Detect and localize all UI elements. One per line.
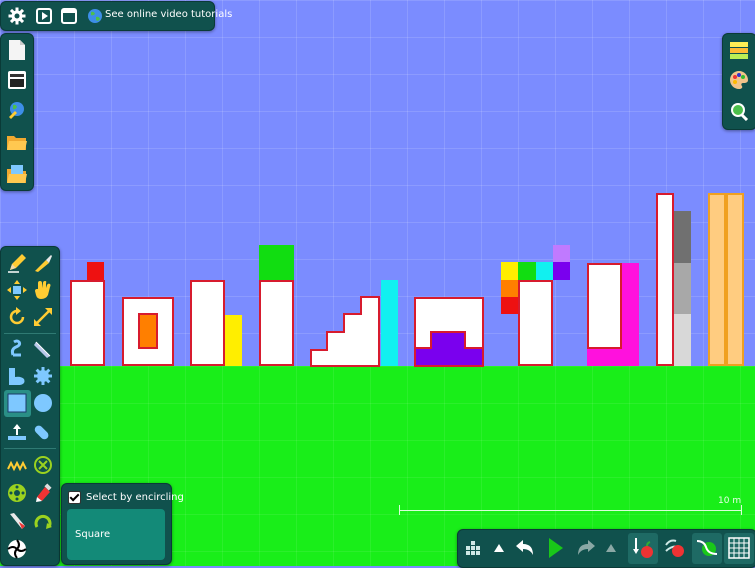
top-toolbar: See online video tutorials	[0, 1, 232, 31]
scene-manager-icon[interactable]	[6, 68, 28, 92]
scale-tick-left	[399, 505, 400, 515]
white-block[interactable]	[190, 280, 225, 366]
laser-icon[interactable]	[5, 509, 29, 533]
tracer-icon[interactable]	[31, 481, 55, 505]
rope-icon[interactable]	[5, 337, 29, 361]
lavender-square[interactable]	[553, 245, 570, 262]
select-by-encircling-checkbox[interactable]	[68, 490, 81, 504]
peach-tall-block[interactable]	[708, 193, 726, 366]
knife-icon[interactable]	[31, 251, 55, 275]
white-stairs[interactable]	[310, 279, 382, 368]
rotate-icon[interactable]	[5, 305, 29, 329]
draw-pencil-icon[interactable]	[5, 251, 29, 275]
scale-bar	[399, 510, 741, 511]
cut-icon[interactable]	[31, 337, 55, 361]
red-square[interactable]	[87, 262, 104, 280]
bottom-toolbar	[457, 529, 755, 568]
load-web-icon[interactable]	[6, 98, 28, 122]
new-document-icon[interactable]	[6, 38, 28, 62]
dark-gray-block[interactable]	[674, 211, 691, 263]
peach-tall-block[interactable]	[726, 193, 744, 366]
play-scene-icon[interactable]	[34, 6, 54, 26]
redo-icon[interactable]	[574, 536, 598, 560]
white-block[interactable]	[587, 263, 622, 349]
selection-panel: Select by encircling Square	[61, 483, 184, 565]
tutorials-link[interactable]: See online video tutorials	[105, 9, 232, 20]
file-toolbar	[0, 33, 34, 191]
tools-separator	[4, 333, 56, 334]
polygon-icon[interactable]	[5, 364, 29, 388]
collision-icon[interactable]	[695, 536, 719, 560]
move-icon[interactable]	[5, 278, 29, 302]
gravity-icon[interactable]	[631, 536, 655, 560]
cyan-square[interactable]	[536, 262, 553, 280]
window-icon[interactable]	[59, 6, 79, 26]
hinge-icon[interactable]	[5, 481, 29, 505]
yellow-block[interactable]	[225, 315, 242, 366]
red-square[interactable]	[501, 297, 518, 314]
gear-icon[interactable]	[7, 6, 27, 26]
tools-toolbar	[0, 246, 60, 566]
air-friction-icon[interactable]	[663, 536, 687, 560]
save-folder-icon[interactable]	[6, 162, 28, 186]
scale-label: 10 m	[718, 496, 742, 506]
spring-icon[interactable]	[5, 453, 29, 477]
white-block[interactable]	[518, 280, 553, 366]
green-square[interactable]	[518, 262, 536, 280]
menu-grid-icon[interactable]	[462, 537, 484, 559]
globe-icon[interactable]	[86, 7, 104, 25]
play-icon[interactable]	[544, 536, 568, 560]
view-toolbar	[722, 33, 755, 130]
orange-block[interactable]	[138, 313, 158, 349]
orange-square[interactable]	[501, 280, 518, 297]
white-block[interactable]	[70, 280, 105, 366]
open-folder-icon[interactable]	[6, 130, 28, 154]
white-arch-block[interactable]	[414, 297, 486, 368]
shape-option-label: Square	[75, 529, 111, 540]
select-by-encircling-option[interactable]: Select by encircling	[68, 489, 184, 505]
gray-block[interactable]	[674, 263, 691, 314]
thruster-icon[interactable]	[31, 509, 55, 533]
layers-icon[interactable]	[728, 38, 750, 62]
green-square[interactable]	[259, 245, 294, 280]
palette-icon[interactable]	[728, 68, 750, 92]
white-block[interactable]	[259, 280, 294, 366]
light-gray-block[interactable]	[674, 314, 691, 366]
arrow-up-icon[interactable]	[492, 541, 506, 555]
drag-hand-icon[interactable]	[31, 278, 55, 302]
scale-icon[interactable]	[31, 305, 55, 329]
grid-icon[interactable]	[727, 536, 751, 560]
plane-icon[interactable]	[5, 419, 29, 443]
undo-icon[interactable]	[513, 536, 537, 560]
purple-square[interactable]	[553, 262, 570, 280]
arrow-up-small-icon[interactable]	[604, 541, 618, 555]
remove-icon[interactable]	[31, 453, 55, 477]
box-icon[interactable]	[5, 391, 29, 415]
fixate-icon[interactable]	[5, 537, 29, 561]
scale-tick-right	[741, 505, 742, 515]
spring-tool-icon[interactable]	[31, 419, 55, 443]
shape-option-button[interactable]: Square	[67, 509, 165, 560]
tools-separator	[4, 448, 56, 449]
gear-shape-icon[interactable]	[31, 364, 55, 388]
select-by-encircling-label: Select by encircling	[86, 491, 184, 503]
cyan-block[interactable]	[381, 280, 398, 366]
yellow-square[interactable]	[501, 262, 518, 280]
white-tall-block[interactable]	[656, 193, 674, 366]
circle-icon[interactable]	[31, 391, 55, 415]
zoom-icon[interactable]	[728, 99, 750, 123]
